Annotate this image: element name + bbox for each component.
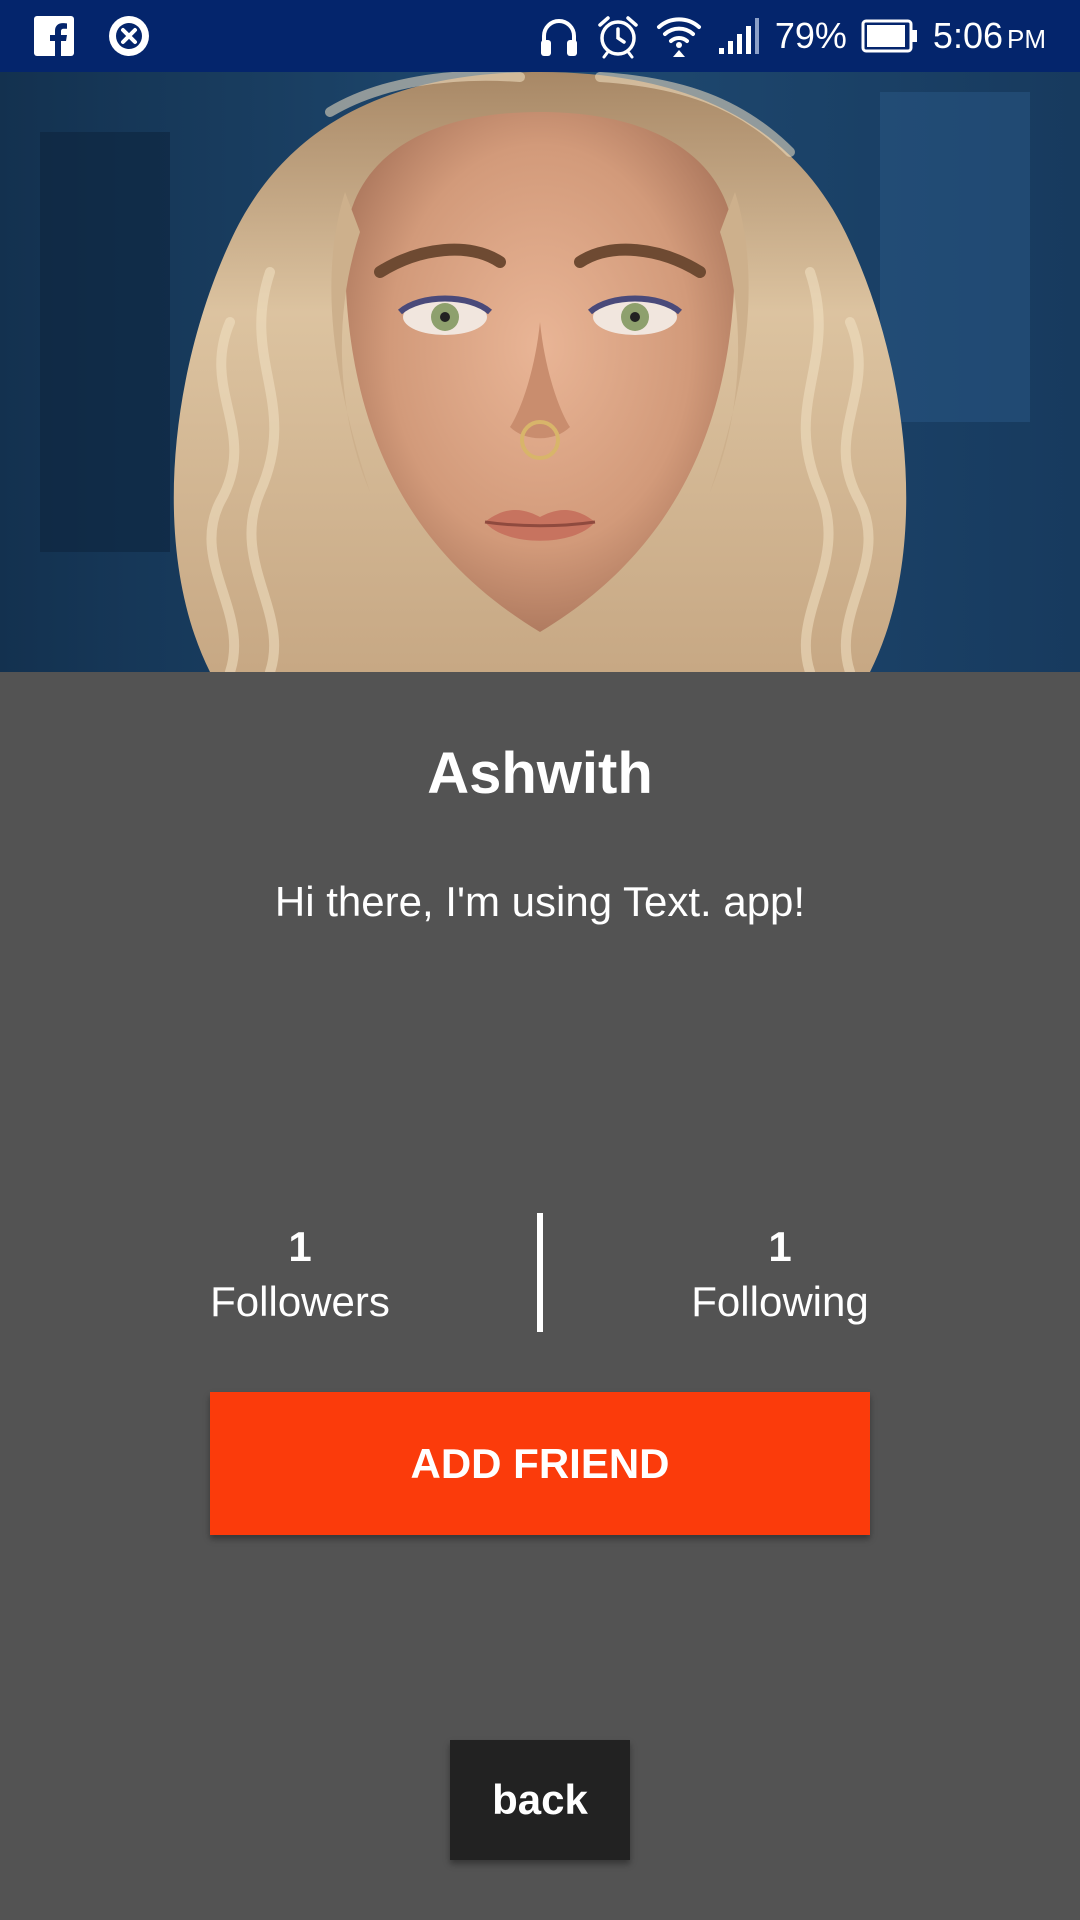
profile-name: Ashwith xyxy=(427,741,653,806)
clock: 5:06 PM xyxy=(933,15,1046,57)
followers-stat[interactable]: 1 Followers xyxy=(150,1220,450,1330)
clock-time: 5:06 xyxy=(932,15,1003,56)
clock-suffix: PM xyxy=(1007,24,1046,54)
signal-icon xyxy=(717,16,761,56)
followers-count: 1 xyxy=(288,1223,312,1270)
profile-status-message: Hi there, I'm using Text. app! xyxy=(274,878,806,925)
status-bar-left xyxy=(34,15,150,57)
stats-divider xyxy=(537,1213,543,1332)
battery-icon xyxy=(861,18,919,54)
wifi-icon xyxy=(655,13,703,59)
alarm-icon xyxy=(595,13,641,59)
battery-percent: 79% xyxy=(774,15,847,56)
following-count: 1 xyxy=(768,1223,792,1270)
add-friend-button[interactable]: ADD FRIEND xyxy=(210,1392,870,1535)
following-label: Following xyxy=(691,1278,869,1325)
headphones-icon xyxy=(537,14,581,58)
profile-photo xyxy=(0,72,1080,672)
back-button[interactable]: back xyxy=(450,1740,630,1860)
close-circle-icon xyxy=(108,15,150,57)
followers-label: Followers xyxy=(210,1278,390,1325)
facebook-icon xyxy=(34,16,74,56)
following-stat[interactable]: 1 Following xyxy=(630,1220,930,1330)
profile-stats: 1 Followers 1 Following xyxy=(0,1210,1080,1332)
status-bar-right: 79% 5:06 PM xyxy=(537,13,1046,59)
status-bar: 79% 5:06 PM xyxy=(0,0,1080,72)
